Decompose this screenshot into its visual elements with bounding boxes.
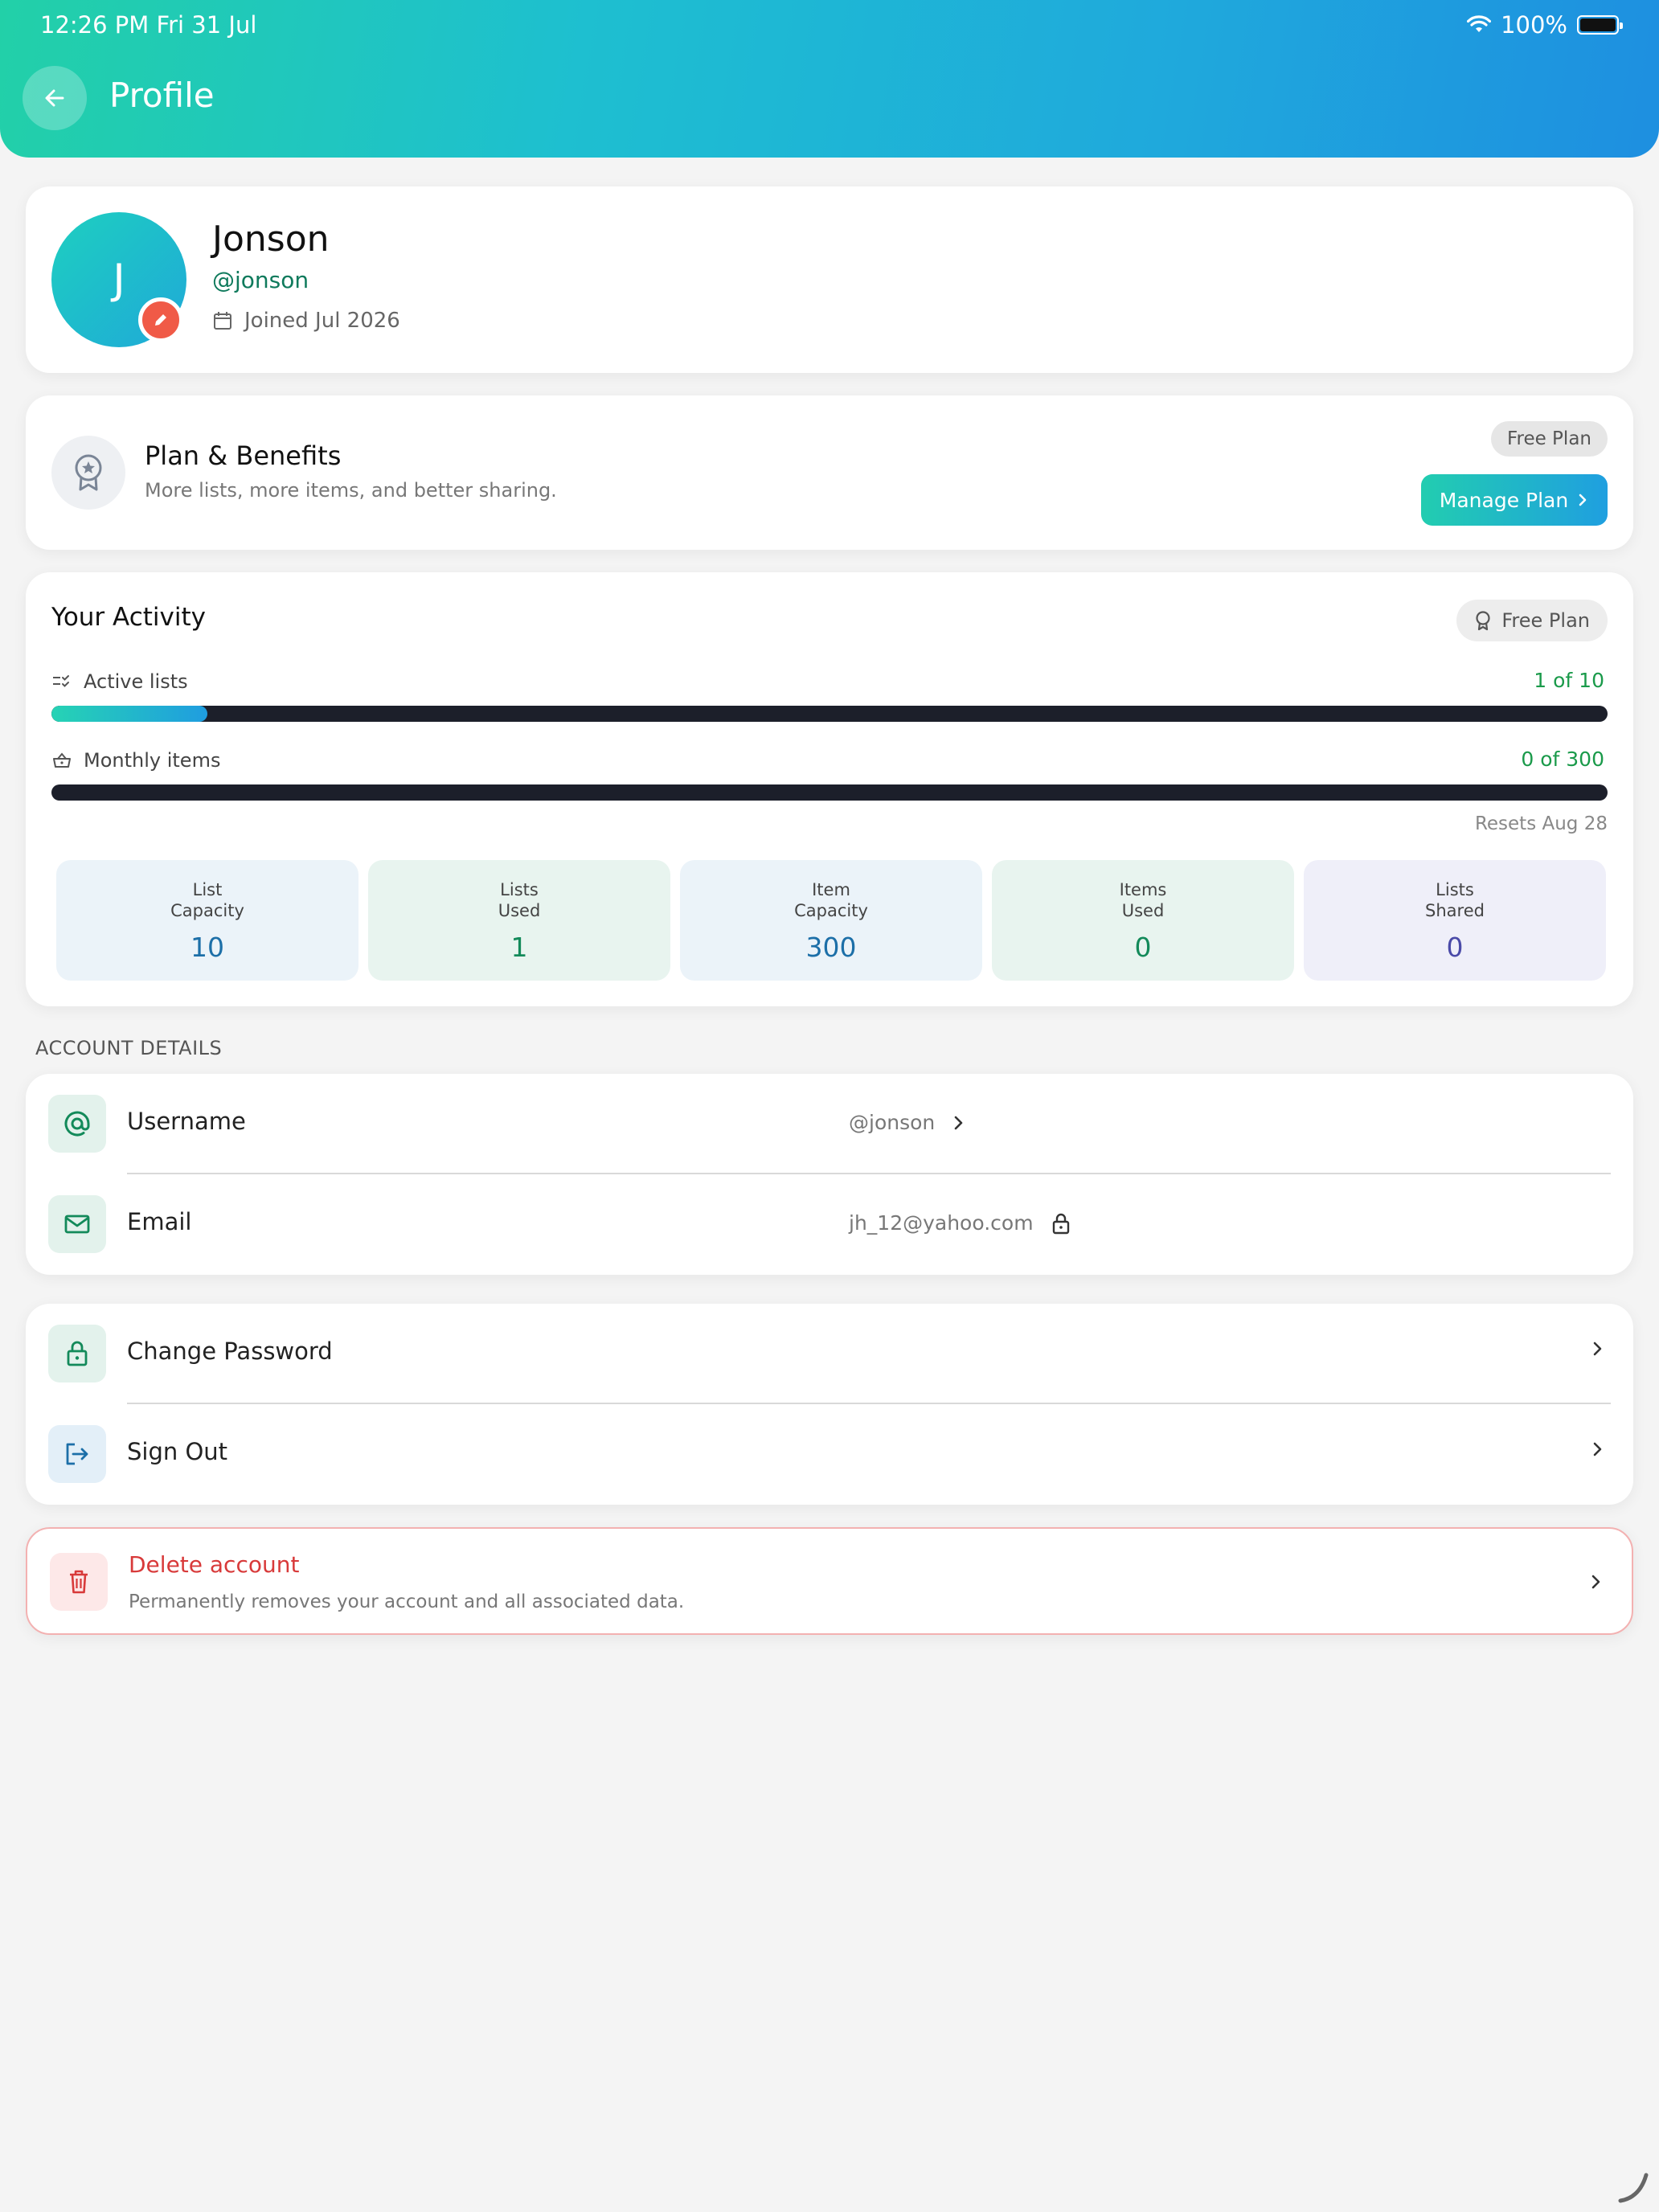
resets-date: Resets Aug 28: [1474, 813, 1608, 834]
active-lists-text: Active lists: [84, 670, 188, 693]
calendar-icon: [214, 312, 231, 330]
stat-value: 0: [1134, 931, 1152, 963]
change-password-row[interactable]: Change Password: [26, 1304, 1633, 1404]
chevron-right-icon: [954, 1116, 963, 1129]
stat-value: 10: [190, 931, 224, 963]
stat-lists-used: Lists Used 1: [368, 860, 670, 981]
monthly-items-value: 0 of 300: [1521, 748, 1604, 771]
section-label-account-details: ACCOUNT DETAILS: [35, 1037, 223, 1059]
profile-name: Jonson: [212, 219, 330, 260]
activity-badge-label: Free Plan: [1501, 609, 1590, 632]
profile-handle: @jonson: [212, 267, 309, 293]
pencil-icon: [155, 314, 166, 326]
page-title: Profile: [109, 76, 215, 115]
security-card: Change Password Sign Out: [26, 1304, 1633, 1505]
email-label: Email: [127, 1208, 192, 1235]
plan-subtitle: More lists, more items, and better shari…: [145, 479, 557, 502]
stat-label: List: [192, 880, 223, 899]
stat-label: Capacity: [170, 901, 244, 921]
active-lists-progress-fill: [51, 706, 207, 722]
profile-card: J Jonson @jonson Joined Jul 2026: [26, 186, 1633, 373]
battery-icon: [1577, 15, 1623, 35]
active-lists-value: 1 of 10: [1534, 669, 1604, 692]
sign-out-row[interactable]: Sign Out: [26, 1404, 1633, 1505]
app-header: 12:26 PM Fri 31 Jul 100% Profile: [0, 0, 1659, 158]
stat-label: Item: [812, 880, 850, 899]
stat-value: 0: [1446, 931, 1464, 963]
resize-handle-icon: [1618, 2173, 1649, 2203]
lock-icon: [1052, 1213, 1069, 1234]
account-details-card: Username @jonson Email jh_12@yahoo.com: [26, 1074, 1633, 1275]
chevron-right-icon: [1591, 1575, 1600, 1589]
stat-label: Used: [1121, 901, 1165, 921]
lock-icon: [48, 1325, 106, 1382]
change-password-label: Change Password: [127, 1337, 333, 1365]
joined-date: Joined Jul 2026: [212, 309, 400, 333]
edit-avatar-button[interactable]: [138, 297, 183, 342]
stat-label: Items: [1119, 880, 1167, 899]
email-value-group: jh_12@yahoo.com: [849, 1211, 1071, 1235]
stat-value: 1: [510, 931, 528, 963]
status-time: 12:26 PM Fri 31 Jul: [40, 11, 257, 39]
stat-list-capacity: List Capacity 10: [56, 860, 358, 981]
plan-card: Plan & Benefits More lists, more items, …: [26, 395, 1633, 550]
checklist-icon: [53, 675, 69, 687]
chevron-right-icon: [1593, 1342, 1602, 1356]
delete-account-label: Delete account: [129, 1551, 300, 1578]
manage-plan-button[interactable]: Manage Plan: [1421, 474, 1608, 526]
stat-label: Used: [498, 901, 541, 921]
back-button[interactable]: [23, 66, 87, 130]
active-lists-progress: [51, 706, 1608, 722]
basket-icon: [53, 752, 71, 768]
chevron-right-icon: [1579, 494, 1587, 506]
username-value: @jonson: [849, 1111, 936, 1134]
sign-out-icon: [48, 1425, 106, 1483]
stat-items-used: Items Used 0: [992, 860, 1294, 981]
username-row[interactable]: Username @jonson: [26, 1074, 1633, 1174]
username-label: Username: [127, 1108, 246, 1135]
activity-title: Your Activity: [51, 603, 206, 632]
stat-item-capacity: Item Capacity 300: [680, 860, 982, 981]
trash-icon: [50, 1553, 108, 1611]
active-lists-label: Active lists: [51, 670, 188, 693]
award-icon: [51, 436, 125, 510]
email-row: Email jh_12@yahoo.com: [26, 1174, 1633, 1275]
email-value: jh_12@yahoo.com: [849, 1211, 1034, 1235]
delete-account-description: Permanently removes your account and all…: [129, 1591, 685, 1612]
plan-badge: Free Plan: [1490, 421, 1608, 457]
monthly-items-progress: [51, 784, 1608, 801]
sign-out-label: Sign Out: [127, 1438, 228, 1465]
stat-label: Lists: [1436, 880, 1474, 899]
joined-text: Joined Jul 2026: [244, 309, 400, 333]
mail-icon: [48, 1195, 106, 1253]
monthly-items-label: Monthly items: [51, 749, 220, 772]
stat-label: Lists: [500, 880, 539, 899]
plan-title: Plan & Benefits: [145, 440, 342, 471]
arrow-left-icon: [45, 89, 64, 107]
stat-label: Capacity: [794, 901, 868, 921]
activity-card: Your Activity Free Plan Active lists 1 o…: [26, 572, 1633, 1006]
monthly-items-text: Monthly items: [84, 749, 221, 772]
wifi-icon: [1467, 15, 1492, 32]
chevron-right-icon: [1593, 1442, 1602, 1456]
award-icon: [1476, 611, 1490, 631]
activity-plan-badge: Free Plan: [1456, 600, 1608, 641]
manage-plan-label: Manage Plan: [1439, 488, 1569, 512]
username-value-group: @jonson: [849, 1111, 965, 1134]
stat-label: Shared: [1425, 901, 1485, 921]
battery-percent: 100%: [1501, 11, 1567, 39]
status-indicators: 100%: [1467, 11, 1623, 39]
stat-lists-shared: Lists Shared 0: [1304, 860, 1606, 981]
stats-row: List Capacity 10 Lists Used 1 Item Capacity…: [56, 860, 1606, 981]
delete-account-row[interactable]: Delete account Permanently removes your …: [26, 1527, 1633, 1635]
at-sign-icon: [48, 1095, 106, 1153]
stat-value: 300: [805, 931, 857, 963]
